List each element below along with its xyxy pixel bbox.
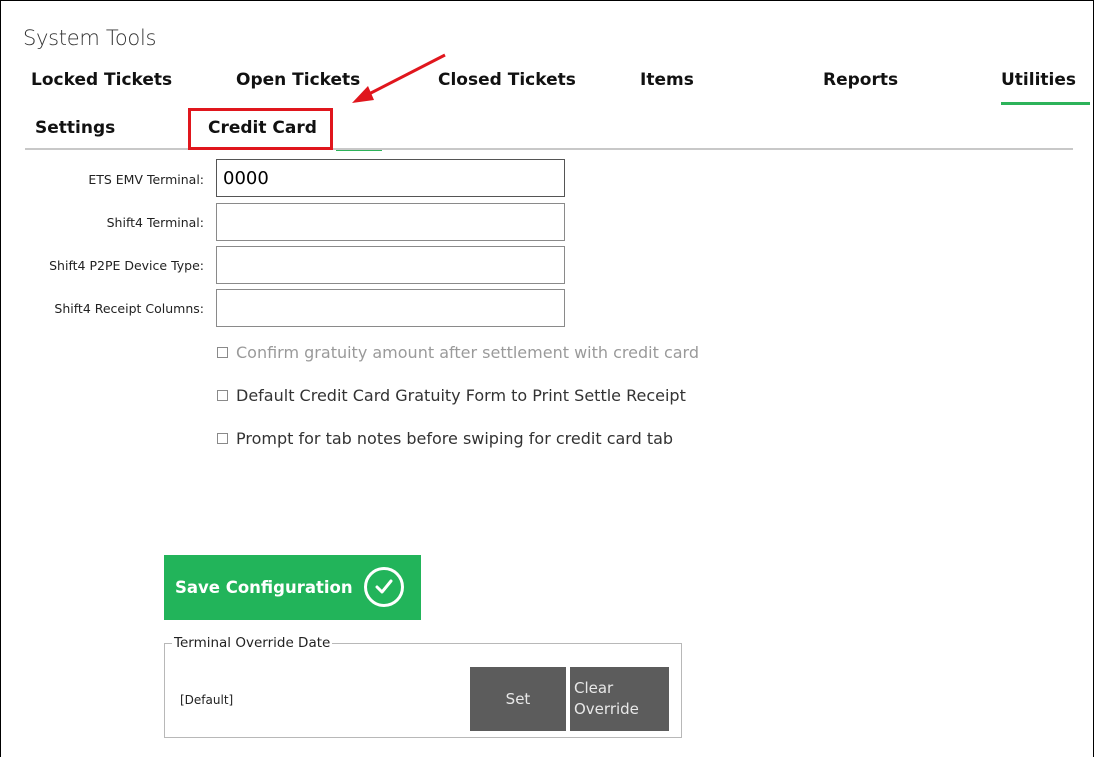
ets-emv-terminal-input[interactable]: [216, 159, 565, 197]
annotation-highlight-box: [188, 108, 333, 150]
subtab-settings[interactable]: Settings: [35, 118, 115, 138]
tab-separator: [25, 148, 1073, 150]
prompt-tab-notes-label: Prompt for tab notes before swiping for …: [236, 429, 674, 448]
default-gratuity-form-option[interactable]: Default Credit Card Gratuity Form to Pri…: [217, 386, 686, 405]
checkbox-icon[interactable]: [217, 390, 228, 401]
prompt-tab-notes-option[interactable]: Prompt for tab notes before swiping for …: [217, 429, 673, 448]
shift4-terminal-input[interactable]: [216, 203, 565, 241]
save-configuration-label: Save Configuration: [175, 578, 353, 597]
sub-tab-bar: Settings Credit Card: [0, 106, 1097, 151]
main-tab-bar: Locked Tickets Open Tickets Closed Ticke…: [0, 70, 1097, 110]
annotation-arrow-icon: [352, 53, 446, 103]
shift4-p2pe-device-type-input[interactable]: [216, 246, 565, 284]
default-gratuity-form-label: Default Credit Card Gratuity Form to Pri…: [236, 386, 686, 405]
tab-reports[interactable]: Reports: [823, 70, 898, 90]
shift4-receipt-columns-label: Shift4 Receipt Columns:: [54, 301, 204, 316]
page-title: System Tools: [23, 26, 157, 50]
confirm-gratuity-label: Confirm gratuity amount after settlement…: [236, 343, 699, 362]
checkbox-icon[interactable]: [217, 347, 228, 358]
terminal-override-legend: Terminal Override Date: [172, 635, 333, 651]
shift4-receipt-columns-input[interactable]: [216, 289, 565, 327]
checkbox-icon[interactable]: [217, 433, 228, 444]
confirm-gratuity-option[interactable]: Confirm gratuity amount after settlement…: [217, 343, 699, 362]
tab-locked-tickets[interactable]: Locked Tickets: [31, 70, 172, 90]
shift4-terminal-label: Shift4 Terminal:: [106, 215, 204, 230]
shift4-p2pe-device-type-label: Shift4 P2PE Device Type:: [49, 258, 204, 273]
tab-items[interactable]: Items: [640, 70, 694, 90]
checkmark-circle-icon: [364, 567, 404, 607]
save-configuration-button[interactable]: Save Configuration: [164, 555, 421, 620]
terminal-override-value: [Default]: [180, 693, 234, 707]
set-override-button[interactable]: Set: [470, 667, 566, 731]
tab-utilities[interactable]: Utilities: [1001, 70, 1091, 105]
clear-override-label-line1: Clear: [574, 679, 614, 697]
clear-override-label-line2: Override: [574, 700, 639, 718]
ets-emv-terminal-label: ETS EMV Terminal:: [88, 172, 204, 187]
clear-override-button[interactable]: Clear Override: [570, 667, 669, 731]
